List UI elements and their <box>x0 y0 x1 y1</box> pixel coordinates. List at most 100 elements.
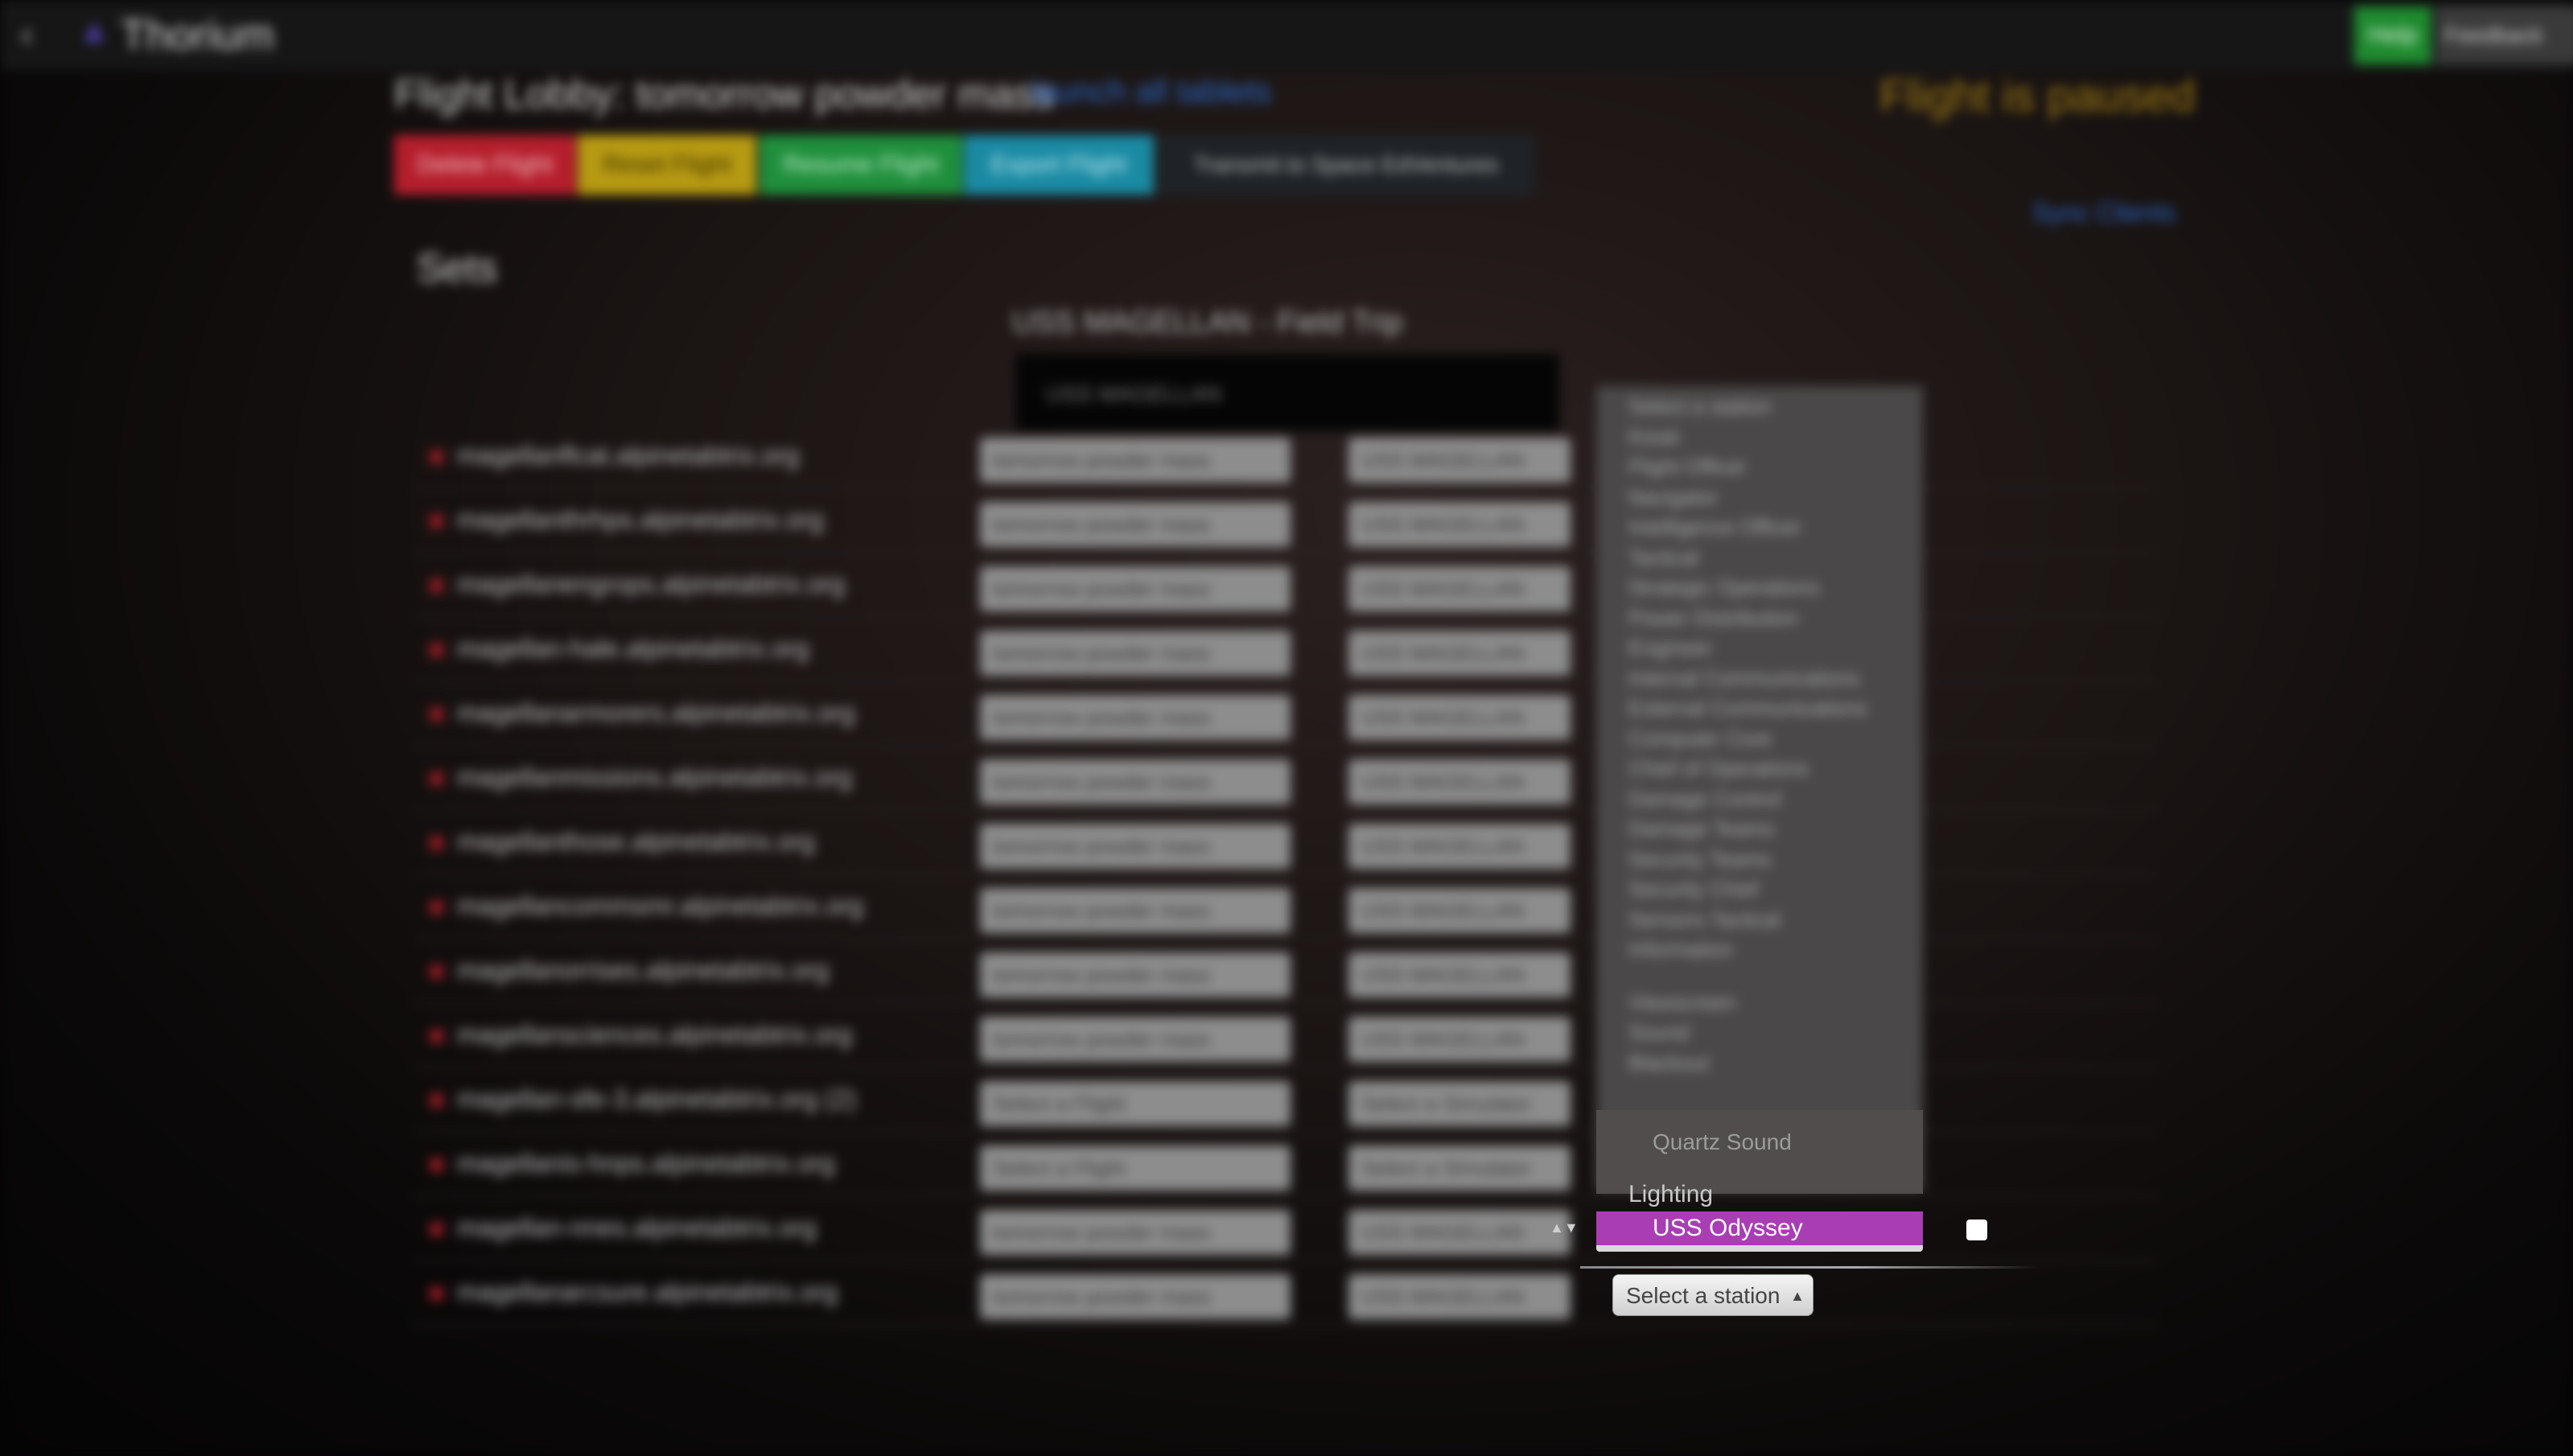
dropdown-option[interactable]: Sound <box>1628 1020 1689 1045</box>
top-navbar <box>0 0 2573 71</box>
reset-flight-button[interactable]: Reset Flight <box>578 135 756 195</box>
simulator-box-label: USS MAGELLAN <box>1046 381 1221 406</box>
remove-client-icon[interactable]: ✖ <box>426 1023 447 1051</box>
feedback-button[interactable]: Feedback <box>2436 6 2573 64</box>
sync-clients-link[interactable]: Sync Clients <box>2032 198 2176 228</box>
back-icon[interactable]: ‹ <box>21 14 33 55</box>
client-name: magellanarmorers.alpinetabtrix.org <box>457 698 855 727</box>
flight-select[interactable]: tomorrow powder mass <box>980 695 1291 740</box>
simulator-select[interactable]: USS MAGELLAN <box>1348 695 1571 740</box>
dropdown-option[interactable]: Navigator <box>1628 485 1718 510</box>
dropdown-option[interactable]: Security Chief <box>1628 877 1759 902</box>
client-name: magellanmissions.alpinetabtrix.org <box>457 763 852 792</box>
thorium-logo-icon: ▲ <box>77 11 111 49</box>
delete-flight-button[interactable]: Delete Flight <box>394 135 576 195</box>
remove-client-icon[interactable]: ✖ <box>426 508 447 537</box>
simulator-select[interactable]: USS MAGELLAN <box>1348 1017 1571 1062</box>
row-divider <box>412 1195 2158 1197</box>
dropdown-option[interactable]: Kiosk <box>1628 425 1680 450</box>
dropdown-option[interactable]: Information <box>1628 937 1733 962</box>
dropdown-group-label: Lighting <box>1628 1181 1714 1207</box>
simulator-select[interactable]: USS MAGELLAN <box>1348 502 1571 547</box>
dropdown-option[interactable]: Flight Officer <box>1628 454 1747 479</box>
simulator-select[interactable]: USS MAGELLAN <box>1348 566 1571 611</box>
dropdown-option[interactable]: Strategic Operations <box>1628 575 1819 600</box>
row-divider <box>1580 1266 2039 1269</box>
client-name: magellan-hale.alpinetabtrix.org <box>457 634 809 663</box>
simulator-select[interactable]: Select a Simulator <box>1348 1145 1571 1191</box>
flight-select[interactable]: tomorrow powder mass <box>980 631 1291 676</box>
dropdown-option-highlighted[interactable]: USS Odyssey <box>1596 1211 1923 1245</box>
dropdown-option[interactable]: Power Distribution <box>1628 606 1798 631</box>
dropdown-option[interactable]: Computer Core <box>1628 726 1772 751</box>
flight-select[interactable]: tomorrow powder mass <box>980 1274 1291 1319</box>
simulator-select[interactable]: USS MAGELLAN <box>1348 888 1571 933</box>
simulator-select[interactable]: USS MAGELLAN <box>1348 952 1571 997</box>
transmit-button[interactable]: Transmit to Space EdVentures <box>1159 135 1534 195</box>
dropdown-option[interactable]: Security Teams <box>1628 847 1771 872</box>
remove-client-icon[interactable]: ✖ <box>426 1088 447 1116</box>
dropdown-option[interactable]: Sensors Tactical <box>1628 907 1781 932</box>
station-select[interactable]: Select a station ▲ <box>1612 1274 1813 1316</box>
app-title: Thorium <box>121 12 274 59</box>
remove-client-icon[interactable]: ✖ <box>426 573 447 601</box>
flight-status-text: Flight is paused <box>1879 70 2196 121</box>
simulator-select[interactable]: USS MAGELLAN <box>1348 1210 1571 1255</box>
dropdown-option[interactable]: Damage Teams <box>1628 816 1775 841</box>
client-name: magellanis-hnps.alpinetabtrix.org <box>457 1149 835 1178</box>
remove-client-icon[interactable]: ✖ <box>426 1152 447 1180</box>
client-name: magellan-sfe-3.alpinetabtrix.org (2) <box>457 1084 857 1113</box>
client-name: magellanarcsure.alpinetabtrix.org <box>457 1277 838 1306</box>
dropdown-option[interactable]: Damage Control <box>1628 787 1781 812</box>
remove-client-icon[interactable]: ✖ <box>426 1281 447 1309</box>
dropdown-option[interactable]: External Communications <box>1628 696 1867 721</box>
remove-client-icon[interactable]: ✖ <box>426 1216 447 1244</box>
dropdown-option[interactable]: Select a station <box>1628 394 1772 419</box>
flight-select[interactable]: Select a Flight <box>980 1145 1291 1191</box>
dropdown-option[interactable]: Blackout <box>1628 1051 1709 1076</box>
client-name: magellanthrhps.alpinetabtrix.org <box>457 505 824 534</box>
select-arrows-icon: ▲▼ <box>1550 1220 1579 1236</box>
client-name: magellanthose.alpinetabtrix.org <box>457 827 815 856</box>
remove-client-icon[interactable]: ✖ <box>426 701 447 730</box>
dropdown-option[interactable]: Engineer <box>1628 635 1712 660</box>
remove-client-icon[interactable]: ✖ <box>426 830 447 858</box>
row-checkbox[interactable] <box>1966 1220 1987 1240</box>
row-divider <box>412 1260 2158 1261</box>
simulator-select[interactable]: USS MAGELLAN <box>1348 631 1571 676</box>
flight-select[interactable]: tomorrow powder mass <box>980 759 1291 804</box>
flight-select[interactable]: tomorrow powder mass <box>980 1210 1291 1255</box>
dropdown-bottom-edge <box>1596 1245 1923 1252</box>
dropdown-option[interactable]: Chief of Operations <box>1628 756 1809 781</box>
flight-select[interactable]: tomorrow powder mass <box>980 952 1291 997</box>
flight-select[interactable]: tomorrow powder mass <box>980 1017 1291 1062</box>
client-name: magellansciences.alpinetabtrix.org <box>457 1020 852 1049</box>
flight-select[interactable]: tomorrow powder mass <box>980 824 1291 869</box>
remove-client-icon[interactable]: ✖ <box>426 637 447 665</box>
flight-select[interactable]: Select a Flight <box>980 1081 1291 1126</box>
flight-select[interactable]: tomorrow powder mass <box>980 888 1291 933</box>
launch-tablets-link[interactable]: launch all tablets <box>1031 74 1271 110</box>
dropdown-option[interactable]: Quartz Sound <box>1653 1129 1792 1155</box>
remove-client-icon[interactable]: ✖ <box>426 766 447 794</box>
dropdown-option[interactable]: Intelligence Officer <box>1628 515 1801 540</box>
flight-select[interactable]: tomorrow powder mass <box>980 566 1291 611</box>
remove-client-icon[interactable]: ✖ <box>426 444 447 472</box>
chevron-updown-icon: ▲ <box>1790 1288 1805 1304</box>
resume-flight-button[interactable]: Resume Flight <box>760 135 962 195</box>
simulator-select[interactable]: USS MAGELLAN <box>1348 824 1571 869</box>
remove-client-icon[interactable]: ✖ <box>426 895 447 923</box>
simulator-select[interactable]: USS MAGELLAN <box>1348 438 1571 483</box>
flight-select[interactable]: tomorrow powder mass <box>980 502 1291 547</box>
simulator-select[interactable]: USS MAGELLAN <box>1348 1274 1571 1319</box>
export-flight-button[interactable]: Export Flight <box>964 135 1154 195</box>
dropdown-option[interactable]: Viewscreen <box>1628 990 1736 1015</box>
station-dropdown-list[interactable]: Select a station Kiosk Flight Officer Navig… <box>1596 386 1923 1191</box>
simulator-select[interactable]: USS MAGELLAN <box>1348 759 1571 804</box>
help-button[interactable]: Help <box>2354 6 2431 64</box>
remove-client-icon[interactable]: ✖ <box>426 959 447 987</box>
flight-select[interactable]: tomorrow powder mass <box>980 438 1291 483</box>
simulator-select[interactable]: Select a Simulator <box>1348 1081 1571 1126</box>
dropdown-option[interactable]: Internal Communications <box>1628 666 1860 691</box>
dropdown-option[interactable]: Tactical <box>1628 545 1698 570</box>
